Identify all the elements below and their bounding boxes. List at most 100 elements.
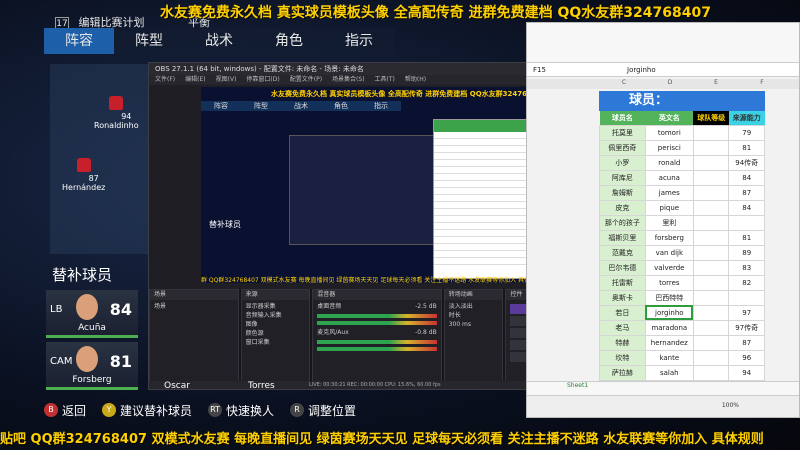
table-row[interactable]: 托莫里 tomori 79 xyxy=(599,124,765,141)
table-cell[interactable]: 94传奇 xyxy=(728,154,765,171)
table-row[interactable]: 特赫 hernandez 87 xyxy=(599,334,765,351)
cell-ref[interactable]: F15 xyxy=(533,63,546,77)
table-cell[interactable]: james xyxy=(644,184,694,201)
col-header[interactable]: 球员名 xyxy=(599,111,646,125)
table-cell[interactable] xyxy=(692,289,730,306)
table-cell[interactable]: ronald xyxy=(644,154,694,171)
source-item[interactable]: 音频输入采集 xyxy=(246,311,306,320)
table-cell[interactable] xyxy=(692,319,730,336)
table-cell[interactable]: acuna xyxy=(644,169,694,186)
table-cell[interactable]: 87 xyxy=(728,334,765,351)
table-cell[interactable]: 皮克 xyxy=(599,199,646,216)
table-cell[interactable]: 83 xyxy=(728,259,765,276)
table-cell[interactable]: 老马 xyxy=(599,319,646,336)
table-cell[interactable] xyxy=(692,364,730,381)
col-letter[interactable]: E xyxy=(693,79,739,89)
col-letter[interactable]: C xyxy=(601,79,647,89)
menu-dock[interactable]: 停靠窗口(D) xyxy=(246,75,279,85)
table-row[interactable]: 范戴克 van dijk 89 xyxy=(599,244,765,261)
source-item[interactable]: 图像 xyxy=(246,320,306,329)
table-cell[interactable] xyxy=(692,169,730,186)
table-cell[interactable] xyxy=(692,184,730,201)
table-cell[interactable]: hernandez xyxy=(644,334,694,351)
table-cell[interactable]: 84 xyxy=(728,199,765,216)
tab-formation[interactable]: 阵型 xyxy=(114,28,184,54)
table-cell[interactable] xyxy=(692,349,730,366)
col-header[interactable]: 来源能力 xyxy=(728,111,765,125)
source-item[interactable]: 颜色源 xyxy=(246,329,306,338)
source-item[interactable]: 窗口采集 xyxy=(246,338,306,347)
table-cell[interactable]: 里利 xyxy=(644,214,694,231)
table-cell[interactable]: 81 xyxy=(728,229,765,246)
source-item[interactable]: 显示器采集 xyxy=(246,302,306,311)
menu-profile[interactable]: 配置文件(P) xyxy=(290,75,322,85)
duration-input[interactable]: 300 ms xyxy=(449,320,499,329)
table-cell[interactable]: 佩里西奇 xyxy=(599,139,646,156)
table-cell[interactable]: tomori xyxy=(644,124,694,141)
table-cell[interactable] xyxy=(692,199,730,216)
table-cell[interactable]: 福斯贝里 xyxy=(599,229,646,246)
formula-bar[interactable]: F15 Jorginho xyxy=(527,63,799,77)
back-button[interactable]: B 返回 xyxy=(44,402,86,419)
table-cell[interactable] xyxy=(728,214,765,231)
quick-sub-button[interactable]: RT 快速换人 xyxy=(208,402,274,419)
table-cell[interactable]: 巴西特特 xyxy=(644,289,694,306)
table-cell[interactable]: 范戴克 xyxy=(599,244,646,261)
table-cell[interactable]: forsberg xyxy=(644,229,694,246)
table-cell[interactable]: 96 xyxy=(728,349,765,366)
table-row[interactable]: 若日 jorginho 97 xyxy=(599,304,765,321)
col-letter[interactable]: D xyxy=(647,79,693,89)
col-letter[interactable]: F xyxy=(739,79,785,89)
volume-meter[interactable] xyxy=(317,340,437,344)
table-cell[interactable]: 97 xyxy=(728,304,765,321)
table-row[interactable]: 老马 maradona 97传奇 xyxy=(599,319,765,336)
table-row[interactable]: 皮克 pique 84 xyxy=(599,199,765,216)
table-cell[interactable]: perisci xyxy=(644,139,694,156)
sub-card[interactable]: LB 84 Acuña xyxy=(46,290,138,338)
table-cell[interactable]: 小罗 xyxy=(599,154,646,171)
table-cell[interactable]: torres xyxy=(644,274,694,291)
tab-tactics[interactable]: 战术 xyxy=(184,28,254,54)
table-cell[interactable]: 阿库尼 xyxy=(599,169,646,186)
table-cell[interactable]: maradona xyxy=(644,319,694,336)
table-row[interactable]: 坎特 kante 96 xyxy=(599,349,765,366)
menu-view[interactable]: 视图(V) xyxy=(216,75,237,85)
table-row[interactable]: 小罗 ronald 94传奇 xyxy=(599,154,765,171)
table-cell[interactable]: 坎特 xyxy=(599,349,646,366)
table-cell[interactable]: 萨拉赫 xyxy=(599,364,646,381)
table-cell[interactable]: 奥斯卡 xyxy=(599,289,646,306)
table-cell[interactable]: pique xyxy=(644,199,694,216)
tab-lineup[interactable]: 阵容 xyxy=(44,28,114,54)
table-cell[interactable]: 81 xyxy=(728,139,765,156)
transition-select[interactable]: 淡入淡出 xyxy=(449,302,499,311)
volume-meter[interactable] xyxy=(317,347,437,351)
table-cell[interactable]: 94 xyxy=(728,364,765,381)
table-cell[interactable] xyxy=(692,124,730,141)
table-cell[interactable]: 詹姆斯 xyxy=(599,184,646,201)
suggest-subs-button[interactable]: Y 建议替补球员 xyxy=(102,402,192,419)
table-cell[interactable] xyxy=(728,289,765,306)
table-cell[interactable]: 79 xyxy=(728,124,765,141)
scene-item[interactable]: 场景 xyxy=(154,302,234,311)
col-header[interactable]: 英文名 xyxy=(645,111,694,125)
table-cell[interactable]: 84 xyxy=(728,169,765,186)
table-cell[interactable]: 82 xyxy=(728,274,765,291)
table-cell[interactable]: 97传奇 xyxy=(728,319,765,336)
menu-help[interactable]: 帮助(H) xyxy=(405,75,426,85)
table-row[interactable]: 那个的孩子 里利 xyxy=(599,214,765,231)
table-cell[interactable]: 托莫里 xyxy=(599,124,646,141)
table-row[interactable]: 福斯贝里 forsberg 81 xyxy=(599,229,765,246)
table-row[interactable]: 托雷斯 torres 82 xyxy=(599,274,765,291)
table-cell[interactable] xyxy=(692,229,730,246)
table-cell[interactable] xyxy=(692,334,730,351)
table-cell[interactable]: 87 xyxy=(728,184,765,201)
table-cell[interactable] xyxy=(692,139,730,156)
table-row[interactable]: 阿库尼 acuna 84 xyxy=(599,169,765,186)
table-cell[interactable]: van dijk xyxy=(644,244,694,261)
table-cell[interactable]: valverde xyxy=(644,259,694,276)
menu-file[interactable]: 文件(F) xyxy=(155,75,175,85)
volume-meter[interactable] xyxy=(317,314,437,318)
pitch-player[interactable]: 87 Hernández xyxy=(62,158,105,192)
menu-tools[interactable]: 工具(T) xyxy=(375,75,395,85)
pitch-player[interactable]: 94 Ronaldinho xyxy=(94,96,139,130)
